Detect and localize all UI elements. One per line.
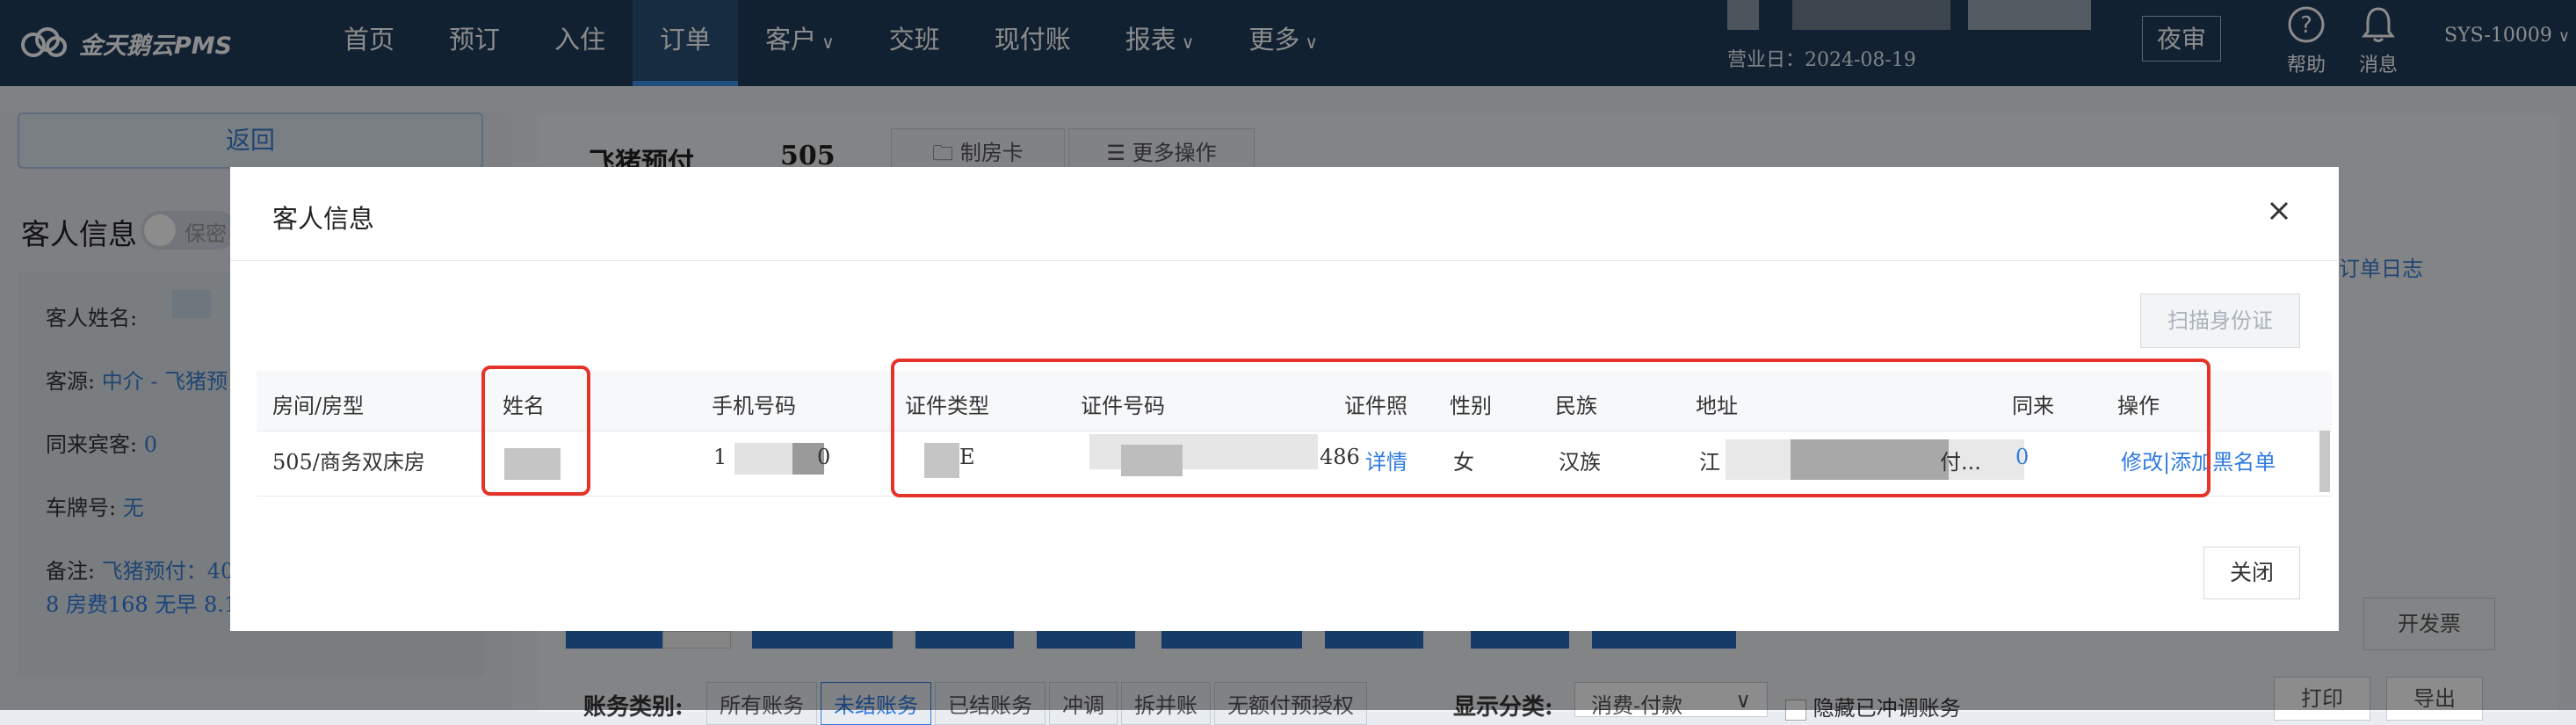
cell-room-type: 505/商务双床房	[272, 450, 425, 475]
modal-close-button[interactable]	[2261, 193, 2297, 228]
guest-info-modal: 客人信息 扫描身份证 房间/房型 姓名 手机号码 证件类型 证件号码 证件照 性…	[230, 167, 2339, 631]
table-scrollbar[interactable]	[2319, 431, 2330, 492]
cell-phone-end: 0	[817, 445, 831, 469]
scan-id-card-button[interactable]: 扫描身份证	[2140, 294, 2300, 348]
col-phone: 手机号码	[712, 394, 796, 418]
modal-title: 客人信息	[272, 204, 375, 234]
cell-phone-start: 1	[713, 445, 727, 469]
highlight-id-columns	[891, 359, 2211, 497]
close-icon	[2269, 201, 2289, 221]
close-button[interactable]: 关闭	[2203, 547, 2300, 599]
highlight-name-column	[481, 366, 590, 496]
modal-divider	[230, 260, 2339, 261]
col-room-type: 房间/房型	[272, 394, 365, 418]
